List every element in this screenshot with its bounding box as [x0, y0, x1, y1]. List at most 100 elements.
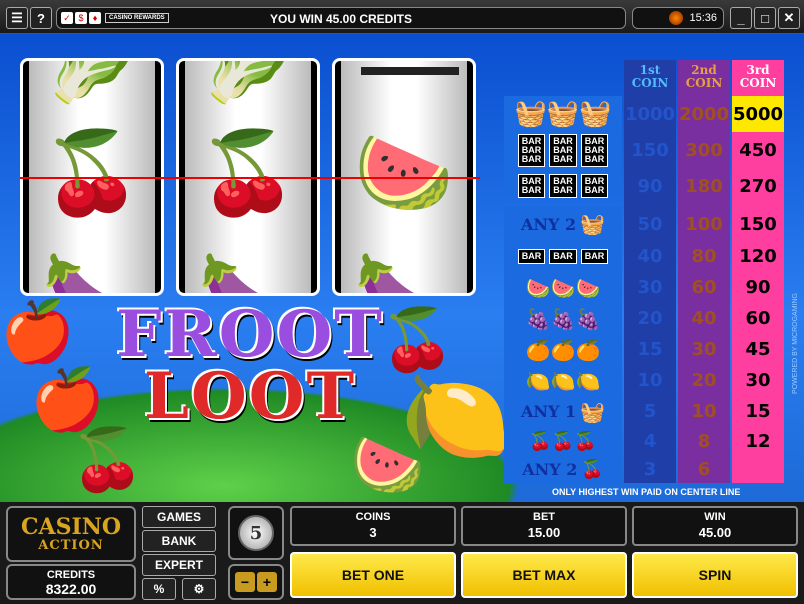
spin-button[interactable]: SPIN: [632, 552, 798, 598]
leaf-icon: 🥬: [42, 58, 142, 105]
bet-value: 15.00: [527, 525, 561, 540]
center-payline: [20, 177, 480, 179]
pay-value: 3: [643, 458, 657, 480]
pay-value: 270: [739, 175, 777, 197]
pay-value: 80: [691, 246, 717, 267]
pay-value: 15: [637, 339, 663, 360]
pay-value: 40: [691, 308, 717, 329]
title-bar: ☰ ? ✓ $ ♦ CASINO REWARDS YOU WIN 45.00 C…: [0, 0, 804, 34]
paytable-footnote: ONLY HIGHEST WIN PAID ON CENTER LINE: [552, 487, 741, 497]
fruit-basket-icon: 🧺: [580, 212, 606, 236]
pay-value: 10: [691, 401, 717, 422]
plum-icon: 🍆: [42, 257, 142, 294]
froot-loot-logo: FROOT LOOT: [110, 297, 390, 444]
status-bar: ✓ $ ♦ CASINO REWARDS YOU WIN 45.00 CREDI…: [56, 7, 626, 29]
coins-display: COINS 3: [290, 506, 456, 546]
any-2-basket: ANY 2 🧺: [520, 212, 606, 236]
pay-value: 30: [637, 277, 663, 298]
credits-value: 8322.00: [45, 581, 97, 597]
pay-value: 15: [745, 401, 771, 422]
win-value: 45.00: [698, 525, 732, 540]
pay-value: [732, 455, 784, 483]
any-1-basket: ANY 1 🧺: [520, 399, 606, 424]
reel-edge: [361, 67, 459, 75]
pay-value: 20: [637, 308, 663, 329]
col-header-2: 2nd COIN: [685, 63, 723, 90]
pay-value: 12: [745, 430, 771, 452]
cherries-icon: 🍒: [42, 128, 142, 217]
casino-action-logo: CASINO ACTION: [6, 506, 136, 562]
percent-button[interactable]: %: [142, 578, 176, 600]
pay-value: 5: [643, 401, 657, 422]
bet-display: BET 15.00: [461, 506, 627, 546]
plus-icon[interactable]: +: [257, 572, 277, 592]
powered-by-text: POWERED BY MICROGAMING: [792, 293, 799, 394]
apple-icon: 🍎: [0, 298, 75, 365]
paytable-lower: 🍒🍒🍒 4 8 12 ANY 2 🍒 3 6: [504, 427, 784, 483]
status-message: YOU WIN 45.00 CREDITS: [269, 12, 413, 26]
game-area: 🥬 🍒 🍆 🥬 🍒 🍆 🍉 🍆 🍎 🍎 🍒 🍒 🍋 🍉 FROOT LOOT: [0, 34, 804, 502]
bet-one-button[interactable]: BET ONE: [290, 552, 456, 598]
any-2-cherries: ANY 2 🍒: [522, 458, 604, 480]
maximize-button[interactable]: □: [754, 7, 776, 29]
plum-icon: 🍆: [198, 257, 298, 294]
expert-button[interactable]: EXPERT: [142, 554, 216, 576]
minimize-button[interactable]: _: [730, 7, 752, 29]
bet-label: BET: [533, 511, 555, 523]
minus-icon[interactable]: −: [235, 572, 255, 592]
plum-icon: 🍆: [354, 257, 454, 294]
games-button[interactable]: GAMES: [142, 506, 216, 528]
cherries-icon: 🍒: [198, 128, 298, 217]
pay-value: 4: [643, 430, 657, 452]
logo-line-2: LOOT: [143, 359, 357, 434]
pay-value: 30: [691, 339, 717, 360]
coins-label: COINS: [355, 511, 391, 523]
triple-bar-icon: BAR BAR BAR BAR BAR BAR BAR BAR BAR: [504, 132, 622, 168]
control-panel: CASINO ACTION CREDITS 8322.00 GAMES BANK…: [0, 502, 804, 604]
settings-icon[interactable]: ⚙: [182, 578, 216, 600]
credits-display: CREDITS 8322.00: [6, 564, 136, 600]
coins-value: 3: [369, 525, 377, 540]
pay-value: 120: [739, 246, 777, 267]
pay-value: 300: [685, 139, 723, 161]
fruit-basket-icon: 🧺🧺🧺: [514, 99, 612, 129]
pay-value: 450: [739, 139, 777, 161]
pay-value: 100: [685, 213, 723, 235]
pay-value: 40: [637, 246, 663, 267]
paytable-row: 🍇🍇🍇 20 40 60: [504, 303, 784, 334]
lemon-icon: 🍋🍋🍋: [525, 368, 601, 393]
pay-value: 6: [697, 458, 711, 480]
paytable-row: ANY 1 🧺 5 10 15: [504, 396, 784, 427]
pay-value: 90: [637, 175, 663, 197]
double-bar-icon: BAR BAR BAR BAR BAR BAR: [504, 168, 622, 204]
menu-icon[interactable]: ☰: [6, 7, 28, 29]
bank-button[interactable]: BANK: [142, 530, 216, 552]
logo-line-1: FROOT: [116, 297, 384, 372]
single-bar-icon: BAR BAR BAR: [504, 241, 622, 272]
pay-value-highlight: 5000: [732, 96, 784, 132]
watermelon-icon: 🍉🍉🍉: [525, 275, 601, 300]
pay-value: 1000: [624, 103, 676, 125]
close-button[interactable]: ✕: [778, 7, 800, 29]
pay-value: 20: [691, 370, 717, 391]
pay-value: 2000: [678, 103, 730, 125]
coin-value: 5: [238, 515, 274, 551]
pay-value: 150: [631, 139, 669, 161]
paytable-row: BAR BAR BAR BAR BAR BAR 90 180 270: [504, 168, 784, 204]
pay-value: 60: [691, 277, 717, 298]
plum-icon: 🍇🍇🍇: [525, 306, 601, 331]
pay-value: 10: [637, 370, 663, 391]
coin-adjust: − +: [228, 564, 284, 600]
help-button[interactable]: ?: [30, 7, 52, 29]
bet-max-button[interactable]: BET MAX: [461, 552, 627, 598]
coin-size-selector[interactable]: 5: [228, 506, 284, 560]
clock-display: 15:36: [632, 7, 724, 29]
win-display: WIN 45.00: [632, 506, 798, 546]
paytable-row: 🍋🍋🍋 10 20 30: [504, 365, 784, 396]
leaf-icon: 🥬: [198, 58, 298, 105]
cherries-icon: 🍒🍒🍒: [529, 430, 597, 452]
pay-value: 60: [745, 308, 771, 329]
fruit-basket-icon: 🧺: [580, 399, 606, 424]
pay-value: 30: [745, 370, 771, 391]
paytable-row: BAR BAR BAR 40 80 120: [504, 241, 784, 272]
